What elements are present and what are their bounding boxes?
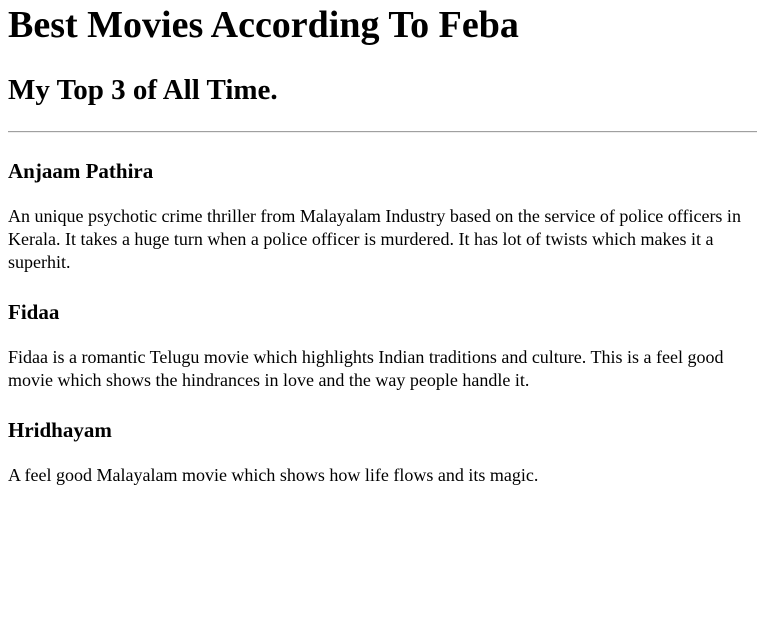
movie-title: Anjaam Pathira: [8, 159, 154, 183]
divider: [8, 131, 757, 133]
movie-description: An unique psychotic crime thriller from …: [8, 206, 741, 272]
movie-description: Fidaa is a romantic Telugu movie which h…: [8, 347, 724, 390]
movie-entry-hridhayam: Hridhayam A feel good Malayalam movie wh…: [8, 417, 757, 487]
movie-title: Fidaa: [8, 300, 60, 324]
page-title: Best Movies According To Feba: [8, 4, 519, 46]
movie-entry-fidaa: Fidaa Fidaa is a romantic Telugu movie w…: [8, 299, 757, 392]
movie-title: Hridhayam: [8, 418, 112, 442]
movie-entry-anjaam-pathira: Anjaam Pathira An unique psychotic crime…: [8, 158, 757, 274]
movie-description: A feel good Malayalam movie which shows …: [8, 465, 539, 485]
page-content: Best Movies According To Feba My Top 3 o…: [0, 0, 765, 487]
page-subtitle: My Top 3 of All Time.: [8, 74, 278, 106]
